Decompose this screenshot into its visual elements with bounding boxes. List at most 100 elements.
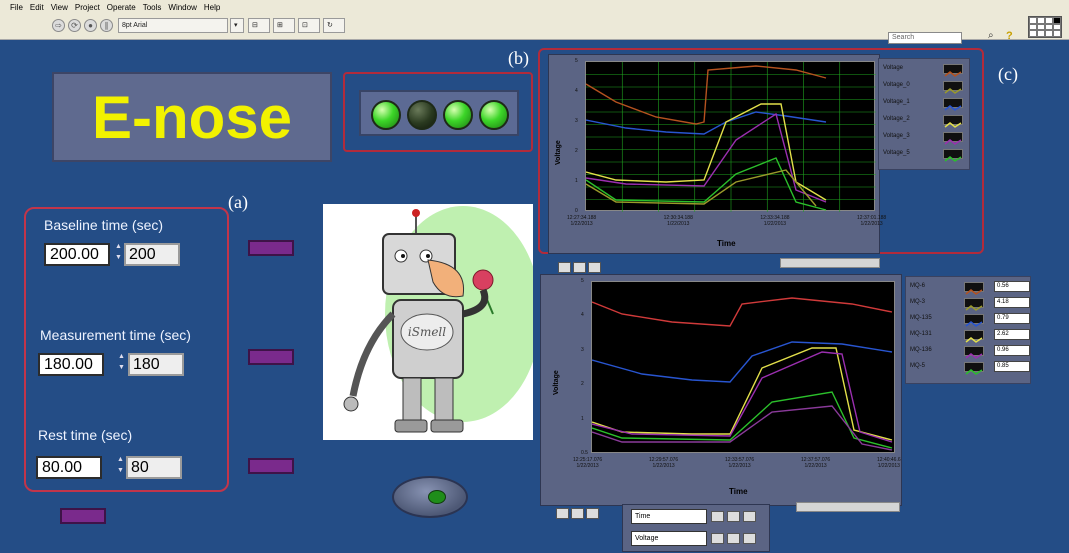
voltage-scale-field[interactable]: Voltage [631,531,707,546]
x-axis-label-bottom: Time [729,487,748,496]
legend-swatch[interactable] [964,314,984,327]
rest-time-input[interactable]: 80.00 [36,456,102,479]
top-x-tick: 12:37:01.188 1/22/2013 [857,215,887,227]
menu-window[interactable]: Window [168,3,196,12]
menu-file[interactable]: File [10,3,23,12]
graph-cursor-icon[interactable] [588,262,601,273]
legend-swatch[interactable] [943,98,963,111]
y-axis-label-top: Voltage [555,140,562,165]
legend-name: Voltage_3 [883,133,910,139]
sensor-value: 0.96 [994,345,1030,356]
menu-view[interactable]: View [51,3,68,12]
legend-name: MQ-136 [910,347,932,353]
legend-name: MQ-131 [910,331,932,337]
top-x-tick: 12:30:34.188 1/22/2013 [663,215,693,227]
rest-button[interactable] [248,458,294,474]
robot-text: iSmell [408,325,446,339]
led-indicator-2 [407,100,437,130]
graph-bottom-scrollbar[interactable] [796,502,900,512]
scale-autoscale-icon[interactable] [743,533,756,544]
measurement-time-input[interactable]: 180.00 [38,353,104,376]
align-icon[interactable]: ⊟ [248,18,270,33]
stop-button[interactable] [60,508,106,524]
top-y-tick: 0 [575,208,578,214]
menu-edit[interactable]: Edit [30,3,44,12]
scale-format-icon[interactable] [711,533,724,544]
help-icon[interactable]: ? [1006,30,1018,42]
legend-swatch[interactable] [964,362,984,375]
run-toggle-button[interactable] [392,476,468,518]
plot-area-top [585,61,876,212]
y-axis-label-bottom: Voltage [553,370,560,395]
scale-lock-icon[interactable] [727,511,740,522]
rest-time-label: Rest time (sec) [38,427,133,443]
measurement-time-spinner[interactable]: ▲ ▼ [118,351,125,374]
scale-format-icon[interactable] [711,511,724,522]
bottom-y-tick: 0.5 [581,450,588,456]
pause-icon[interactable]: ∥ [100,19,113,32]
measurement-button[interactable] [248,349,294,365]
led-indicator-1 [371,100,401,130]
legend-swatch[interactable] [964,298,984,311]
menu-bar: File Edit View Project Operate Tools Win… [0,0,1069,14]
legend-swatch[interactable] [943,64,963,77]
bottom-y-tick: 2 [581,381,584,388]
ismell-robot-image: iSmell [323,204,541,440]
labview-window: File Edit View Project Operate Tools Win… [0,0,1069,553]
legend-swatch[interactable] [964,346,984,359]
baseline-button[interactable] [248,240,294,256]
voltage-graph-top: Voltage Time 5 4 3 2 1 0 12:27:34.188 1/22/2013… [548,54,886,254]
legend-swatch[interactable] [943,132,963,145]
led-indicator-group [343,72,533,152]
reorder-icon[interactable]: ↻ [323,18,345,33]
font-dropdown-icon[interactable]: ▾ [230,18,244,33]
graph-pan-icon[interactable] [573,262,586,273]
scale-lock-icon[interactable] [727,533,740,544]
rest-time-output: 80 [126,456,182,479]
menu-operate[interactable]: Operate [107,3,136,12]
legend-swatch[interactable] [964,282,984,295]
top-x-tick: 12:27:34.188 1/22/2013 [567,215,597,227]
top-y-tick: 2 [575,148,578,154]
legend-swatch[interactable] [964,330,984,343]
top-y-tick: 5 [575,58,578,64]
baseline-time-spinner[interactable]: ▲ ▼ [115,241,122,264]
run-arrow-icon[interactable]: ⇨ [52,19,65,32]
abort-icon[interactable]: ● [84,19,97,32]
search-icon[interactable]: ⌕ [988,30,1000,42]
led-indicator-4 [479,100,509,130]
distribute-icon[interactable]: ⊞ [273,18,295,33]
legend-swatch[interactable] [943,81,963,94]
legend-swatch[interactable] [943,149,963,162]
graph-cursor-icon[interactable] [586,508,599,519]
search-input[interactable]: Search [888,32,962,44]
rest-time-spinner[interactable]: ▲ ▼ [117,454,124,477]
legend-name: Voltage_0 [883,82,910,88]
bottom-y-tick: 4 [581,312,584,319]
graph-zoom-icon[interactable] [558,262,571,273]
graph-pan-icon[interactable] [571,508,584,519]
menu-project[interactable]: Project [75,3,100,12]
legend-name: Voltage_5 [883,150,910,156]
connector-pane-icon[interactable] [1028,16,1062,38]
scale-autoscale-icon[interactable] [743,511,756,522]
bottom-y-tick: 1 [581,415,584,422]
legend-top: Voltage Voltage_0 Voltage_1 Voltage_2 Vo… [878,58,970,170]
run-continuous-icon[interactable]: ⟳ [68,19,81,32]
baseline-time-input[interactable]: 200.00 [44,243,110,266]
top-y-tick: 4 [575,88,578,94]
panel-label-b: (b) [508,48,529,68]
resize-icon[interactable]: ⊡ [298,18,320,33]
menu-tools[interactable]: Tools [143,3,162,12]
graph-top-scrollbar[interactable] [780,258,880,268]
font-select[interactable]: 8pt Arial [118,18,228,33]
run-indicator-icon [428,490,446,504]
led-tray [359,90,519,136]
graph-zoom-icon[interactable] [556,508,569,519]
measurement-time-output: 180 [128,353,184,376]
time-scale-field[interactable]: Time [631,509,707,524]
legend-swatch[interactable] [943,115,963,128]
menu-help[interactable]: Help [204,3,220,12]
page-title: E-nose [91,84,293,151]
series-line [591,297,893,327]
